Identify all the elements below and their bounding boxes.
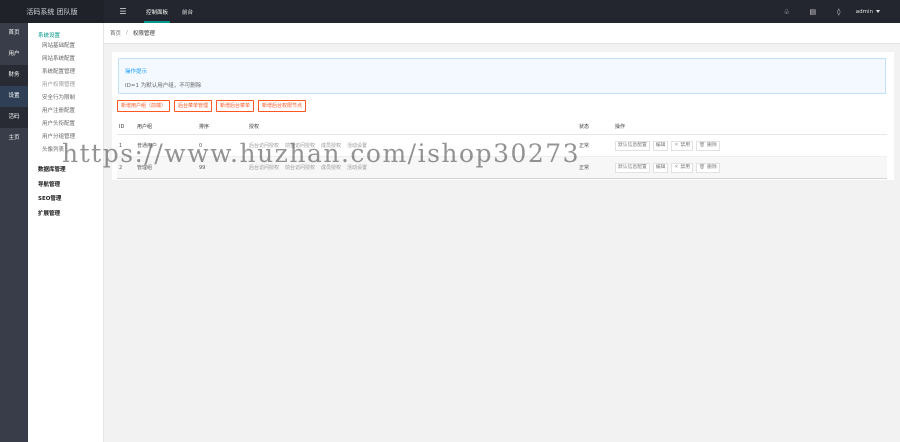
submenu-item[interactable]: 网站系统配置 [28, 53, 103, 66]
breadcrumb-current: 权限管理 [132, 31, 155, 37]
submenu-item[interactable]: 用户头衔配置 [28, 118, 103, 131]
sidebar-item-users[interactable]: 用户 [0, 44, 28, 65]
watermark-text: https://www.huzhan.com/ishop30273 [62, 139, 581, 168]
tip-text: ID=1 为默认用户组，不可删除 [125, 83, 202, 89]
submenu-item[interactable]: 网站基础配置 [28, 40, 103, 53]
row-status: 正常 [579, 165, 590, 171]
col-ops: 操作 [615, 124, 626, 130]
sidebar-item-settings[interactable]: 设置 [0, 86, 28, 107]
col-auth: 授权 [249, 124, 260, 130]
row-status: 正常 [579, 143, 590, 149]
submenu-item[interactable]: 系统配置管理 [28, 66, 103, 79]
breadcrumb: 首页 / 权限管理 [104, 23, 900, 44]
admin-menu-button[interactable]: 后台菜单管理 [174, 100, 213, 112]
primary-sidebar: 首页 用户 财务 设置 活码 主页 [0, 23, 28, 442]
submenu-group-title[interactable]: 系统设置 [28, 23, 103, 40]
submenu-section-extensions[interactable]: 扩展管理 [28, 207, 103, 222]
close-icon: ✕ [674, 142, 679, 148]
col-status: 状态 [579, 124, 590, 130]
default-config-button[interactable]: 默认信息配置 [615, 162, 650, 173]
top-bar: 活码系统 团队版 ☰ 控制面板 前台 ♧ ▤ ◊ admin [0, 0, 900, 23]
default-config-button[interactable]: 默认信息配置 [615, 140, 650, 151]
submenu-item[interactable]: 用户注册配置 [28, 105, 103, 118]
delete-label: 删除 [707, 164, 717, 170]
row-ops: 默认信息配置 编辑 ✕ 禁用 🗑 删除 [615, 140, 887, 151]
disable-button[interactable]: ✕ 禁用 [671, 140, 694, 151]
brand-logo[interactable]: 活码系统 团队版 [0, 0, 104, 23]
nav-frontend[interactable]: 前台 [178, 0, 203, 23]
disable-label: 禁用 [680, 142, 691, 148]
col-name: 用户组 [137, 124, 153, 130]
theme-shirt-icon[interactable]: ▤ [800, 8, 826, 16]
secondary-sidebar: 系统设置 网站基础配置 网站系统配置 系统配置管理 用户权限管理 安全行为限制 … [28, 23, 104, 442]
sidebar-item-homepage[interactable]: 主页 [0, 128, 28, 149]
chevron-down-icon [876, 9, 880, 13]
disable-label: 禁用 [680, 164, 691, 170]
tip-title: 操作提示 [125, 69, 148, 75]
submenu-item-permissions[interactable]: 用户权限管理 [28, 79, 103, 92]
nav-control-panel[interactable]: 控制面板 [142, 0, 178, 23]
tag-icon[interactable]: ◊ [826, 8, 852, 16]
menu-toggle-icon[interactable]: ☰ [116, 0, 130, 23]
breadcrumb-separator: / [126, 30, 128, 36]
tip-box: 操作提示 ID=1 为默认用户组，不可删除 [118, 58, 886, 94]
top-nav: 控制面板 前台 [142, 0, 203, 23]
table-header: ID 用户组 排序 授权 状态 操作 [117, 120, 887, 135]
action-bar: 新增用户组（前端） 后台菜单管理 新增后台菜单 新增后台权限节点 [117, 100, 310, 112]
breadcrumb-home[interactable]: 首页 [110, 29, 121, 37]
delete-button[interactable]: 🗑 删除 [696, 140, 720, 151]
add-admin-menu-button[interactable]: 新增后台菜单 [216, 100, 255, 112]
user-menu[interactable]: admin [856, 9, 880, 15]
sidebar-item-home[interactable]: 首页 [0, 23, 28, 44]
add-admin-node-button[interactable]: 新增后台权限节点 [258, 100, 307, 112]
submenu-section-navigation[interactable]: 导航管理 [28, 178, 103, 193]
username: admin [855, 8, 873, 15]
trash-icon: 🗑 [699, 164, 706, 170]
edit-button[interactable]: 编辑 [652, 162, 669, 173]
submenu-item[interactable]: 安全行为限制 [28, 92, 103, 105]
sidebar-item-livecode[interactable]: 活码 [0, 107, 28, 128]
sidebar-item-finance[interactable]: 财务 [0, 65, 28, 86]
close-icon: ✕ [674, 164, 679, 170]
delete-label: 删除 [707, 142, 717, 148]
top-right-tools: ♧ ▤ ◊ admin [774, 0, 880, 23]
edit-button[interactable]: 编辑 [652, 140, 669, 151]
col-id: ID [119, 124, 125, 130]
trash-icon: 🗑 [699, 142, 706, 148]
col-sort: 排序 [199, 124, 210, 130]
add-user-group-button[interactable]: 新增用户组（前端） [117, 100, 171, 112]
delete-button[interactable]: 🗑 删除 [696, 162, 720, 173]
notification-bell-icon[interactable]: ♧ [774, 8, 800, 16]
disable-button[interactable]: ✕ 禁用 [671, 162, 694, 173]
row-ops: 默认信息配置 编辑 ✕ 禁用 🗑 删除 [615, 162, 887, 173]
submenu-section-seo[interactable]: SEO管理 [28, 192, 103, 207]
